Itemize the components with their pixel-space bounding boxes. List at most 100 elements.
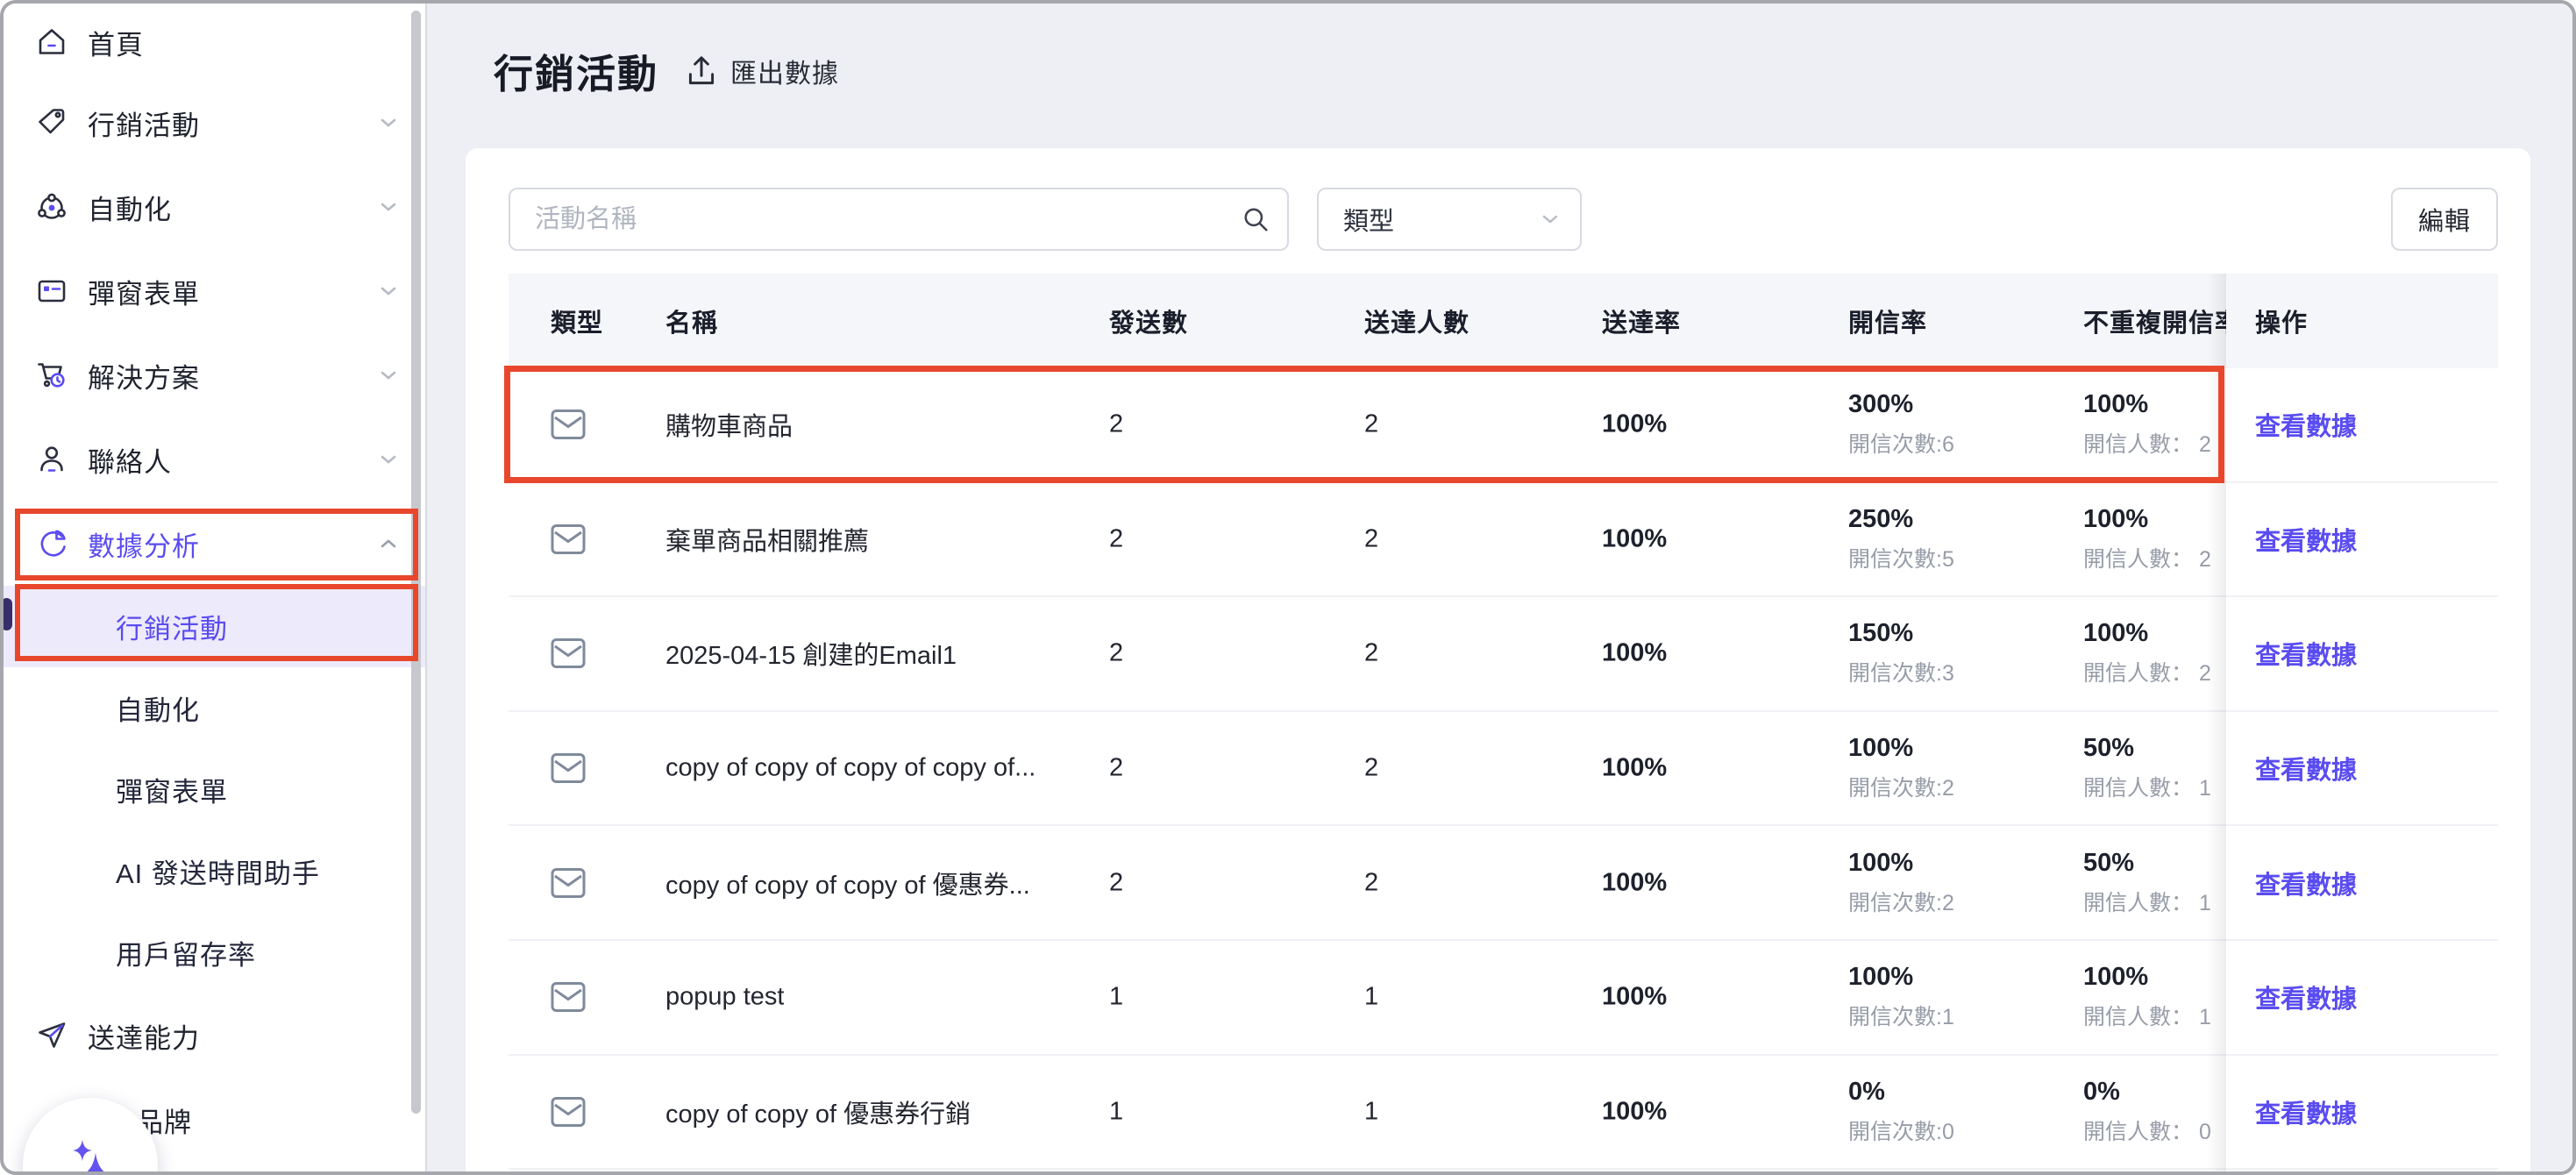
- delivery-rate: 100%: [1602, 639, 1667, 668]
- sidebar-item-label: 解決方案: [88, 356, 200, 395]
- search-input[interactable]: [509, 188, 1289, 251]
- delivery-rate: 100%: [1602, 754, 1667, 783]
- sidebar-subitem-label: 彈窗表單: [116, 770, 228, 809]
- chevron-down-icon: [1541, 214, 1559, 224]
- search-icon[interactable]: [1242, 205, 1270, 233]
- sent-count: 1: [1109, 1097, 1123, 1126]
- delivered-count: 2: [1364, 524, 1378, 553]
- col-unique-open-rate: 不重複開信率: [2083, 303, 2226, 339]
- sent-count: 2: [1109, 754, 1123, 783]
- cart-icon: [35, 359, 68, 392]
- col-sent: 發送數: [1109, 303, 1188, 339]
- delivery-rate: 100%: [1602, 868, 1667, 897]
- sidebar-subitem-ai-send-time[interactable]: AI 發送時間助手: [4, 830, 425, 912]
- export-icon: [683, 53, 720, 89]
- sidebar-item-label: 聯絡人: [88, 440, 172, 480]
- sidebar-subitem-label: AI 發送時間助手: [116, 851, 320, 891]
- campaign-search: [509, 188, 1289, 251]
- table-row: 棄單商品相關推薦 2 2 100% 250% 開信次數:5 100% 開信人數：…: [509, 483, 2498, 598]
- col-delivery-rate: 送達率: [1602, 303, 1681, 339]
- sidebar-item-solutions[interactable]: 解決方案: [4, 333, 425, 417]
- sidebar-item-popup-forms[interactable]: 彈窗表單: [4, 249, 425, 333]
- sent-count: 2: [1109, 410, 1123, 439]
- sidebar-subitem-retention[interactable]: 用戶留存率: [4, 912, 425, 993]
- delivered-count: 2: [1364, 639, 1378, 668]
- col-open-rate: 開信率: [1848, 303, 1927, 339]
- paper-plane-icon: [35, 1019, 68, 1052]
- chevron-down-icon: [380, 286, 397, 296]
- home-icon: [35, 25, 68, 59]
- chevron-up-icon: [380, 538, 397, 549]
- unique-open-rate-cell: 100% 開信人數： 2: [2083, 619, 2211, 687]
- view-data-link[interactable]: 查看數據: [2255, 750, 2357, 787]
- table-header: 類型 名稱 發送數 送達人數 送達率 開信率 不重複開信率 操作: [509, 274, 2498, 368]
- campaign-name: 購物車商品: [665, 406, 793, 443]
- delivery-rate: 100%: [1602, 983, 1667, 1012]
- sidebar-item-label: 數據分析: [88, 524, 200, 564]
- sparkles-icon: [42, 1117, 139, 1175]
- sidebar-scrollbar[interactable]: [411, 11, 421, 1114]
- popup-form-icon: [35, 274, 68, 308]
- delivered-count: 1: [1364, 983, 1378, 1012]
- campaigns-table: 類型 名稱 發送數 送達人數 送達率 開信率 不重複開信率 操作 購物車商品 2: [509, 274, 2498, 1171]
- table-row: copy of copy of copy of copy of... 2 2 1…: [509, 712, 2498, 827]
- unique-open-rate-cell: 100% 開信人數： 1: [2083, 963, 2211, 1031]
- main-content: 行銷活動 匯出數據: [427, 4, 2572, 1171]
- email-icon: [551, 409, 586, 440]
- sidebar-subitem-popup-forms[interactable]: 彈窗表單: [4, 749, 425, 830]
- unique-open-rate-cell: 50% 開信人數： 1: [2083, 734, 2211, 802]
- unique-open-rate-cell: 0% 開信人數： 0: [2083, 1078, 2211, 1146]
- chevron-down-icon: [380, 454, 397, 465]
- filter-bar: 類型 編輯: [509, 188, 2498, 251]
- view-data-link[interactable]: 查看數據: [2255, 406, 2357, 443]
- delivery-rate: 100%: [1602, 1097, 1667, 1126]
- page-header: 行銷活動 匯出數據: [494, 42, 839, 99]
- unique-open-rate-cell: 100% 開信人數： 2: [2083, 390, 2211, 459]
- chevron-down-icon: [380, 202, 397, 212]
- view-data-link[interactable]: 查看數據: [2255, 635, 2357, 672]
- sent-count: 1: [1109, 983, 1123, 1012]
- sidebar-item-home[interactable]: 首頁: [4, 4, 425, 81]
- delivered-count: 2: [1364, 410, 1378, 439]
- app-window: 首頁 行銷活動 自動化: [0, 0, 2576, 1175]
- campaign-name: copy of copy of copy of 優惠券...: [665, 865, 1030, 901]
- sidebar: 首頁 行銷活動 自動化: [4, 4, 427, 1171]
- sidebar-subitem-label: 自動化: [116, 688, 200, 728]
- delivery-rate: 100%: [1602, 524, 1667, 553]
- view-data-link[interactable]: 查看數據: [2255, 1093, 2357, 1130]
- sidebar-item-deliverability[interactable]: 送達能力: [4, 993, 425, 1078]
- open-rate-cell: 100% 開信次數:2: [1848, 734, 1954, 802]
- sidebar-item-label: 送達能力: [88, 1016, 200, 1056]
- email-icon: [551, 637, 586, 669]
- type-select[interactable]: 類型: [1317, 188, 1582, 251]
- unique-open-rate-cell: 50% 開信人數： 1: [2083, 849, 2211, 917]
- sidebar-item-campaigns[interactable]: 行銷活動: [4, 81, 425, 165]
- sidebar-subitem-label: 行銷活動: [116, 607, 228, 646]
- export-data-button[interactable]: 匯出數據: [683, 52, 839, 90]
- type-select-value: 類型: [1343, 201, 1394, 238]
- view-data-link[interactable]: 查看數據: [2255, 865, 2357, 901]
- pie-chart-icon: [35, 527, 68, 560]
- sidebar-item-label: 彈窗表單: [88, 272, 200, 311]
- open-rate-cell: 0% 開信次數:0: [1848, 1078, 1954, 1146]
- edit-button[interactable]: 編輯: [2391, 188, 2498, 251]
- sidebar-item-contacts[interactable]: 聯絡人: [4, 417, 425, 502]
- sidebar-item-label: 首頁: [88, 23, 144, 62]
- open-rate-cell: 100% 開信次數:1: [1848, 963, 1954, 1031]
- open-rate-cell: 150% 開信次數:3: [1848, 619, 1954, 687]
- content-card: 類型 編輯 類型 名稱 發送數 送達人數 送達率 開信率 不重複開: [466, 148, 2530, 1171]
- sidebar-item-analytics[interactable]: 數據分析: [4, 502, 425, 586]
- export-label: 匯出數據: [730, 52, 839, 90]
- chevron-down-icon: [380, 370, 397, 381]
- sent-count: 2: [1109, 524, 1123, 553]
- view-data-link[interactable]: 查看數據: [2255, 521, 2357, 558]
- email-icon: [551, 981, 586, 1013]
- table-row: copy of copy of 優惠券行銷 1 1 100% 0% 開信次數:0…: [509, 1056, 2498, 1171]
- sidebar-item-automation[interactable]: 自動化: [4, 165, 425, 249]
- sidebar-subitem-automation[interactable]: 自動化: [4, 667, 425, 749]
- sidebar-subitem-campaigns[interactable]: 行銷活動: [4, 586, 425, 667]
- view-data-link[interactable]: 查看數據: [2255, 979, 2357, 1015]
- email-icon: [551, 867, 586, 899]
- email-icon: [551, 752, 586, 784]
- campaign-name: 2025-04-15 創建的Email1: [665, 635, 957, 672]
